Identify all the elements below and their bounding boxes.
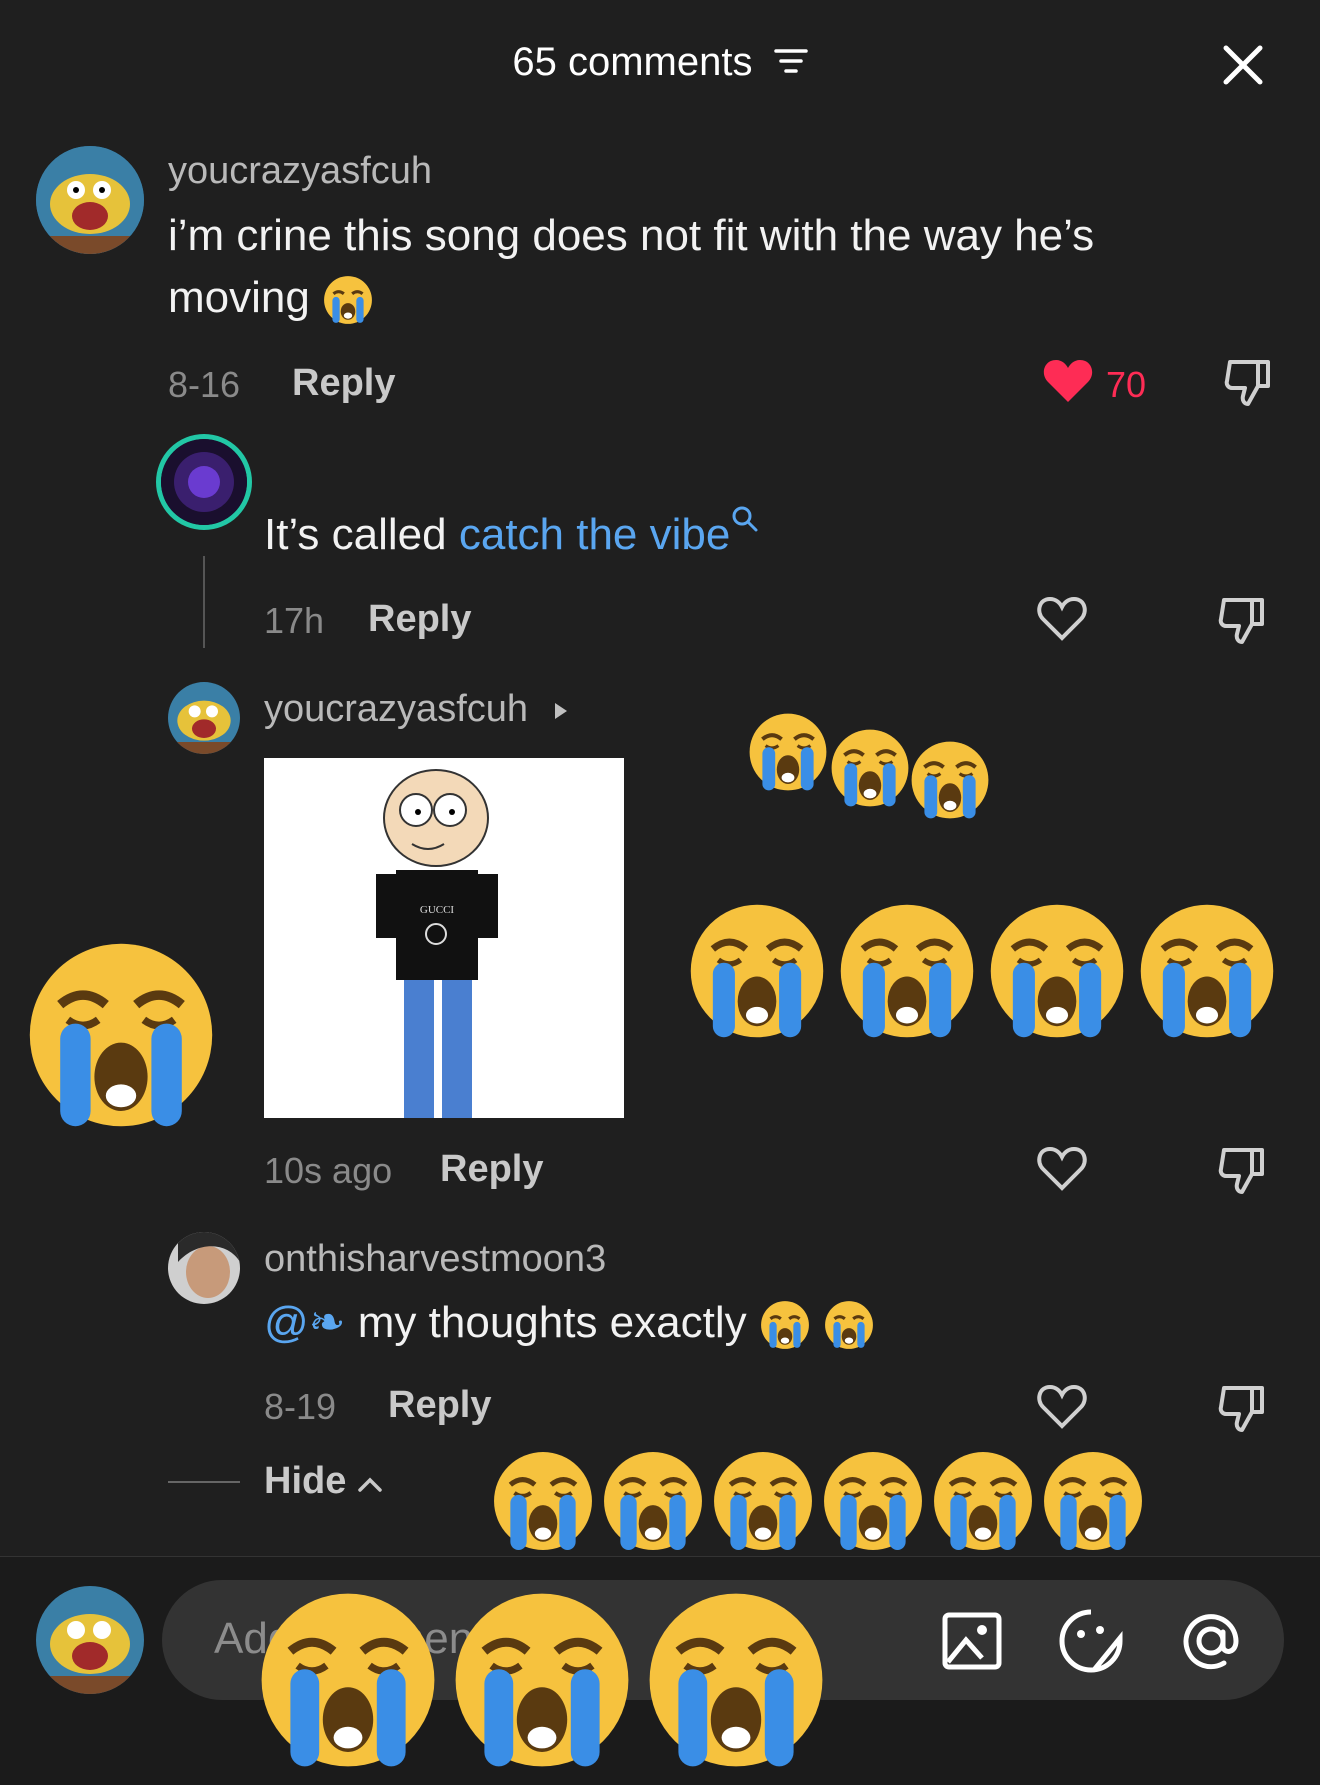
crying-emoji-icon xyxy=(934,1452,1032,1550)
crying-emoji-icon xyxy=(1141,905,1273,1037)
crying-emoji-icon xyxy=(494,1452,592,1550)
crying-emoji-overlay xyxy=(0,0,1320,1784)
crying-emoji-icon xyxy=(262,1594,435,1767)
crying-emoji-icon xyxy=(824,1452,922,1550)
crying-emoji-icon xyxy=(714,1452,812,1550)
crying-emoji-icon xyxy=(1044,1452,1142,1550)
crying-emoji-icon xyxy=(691,905,823,1037)
crying-emoji-icon xyxy=(832,730,909,807)
crying-emoji-icon xyxy=(912,742,989,819)
crying-emoji-icon xyxy=(750,714,827,791)
crying-emoji-icon xyxy=(991,905,1123,1037)
crying-emoji-icon xyxy=(650,1594,823,1767)
crying-emoji-icon xyxy=(604,1452,702,1550)
crying-emoji-icon xyxy=(30,944,212,1126)
crying-emoji-icon xyxy=(841,905,973,1037)
crying-emoji-icon xyxy=(456,1594,629,1767)
